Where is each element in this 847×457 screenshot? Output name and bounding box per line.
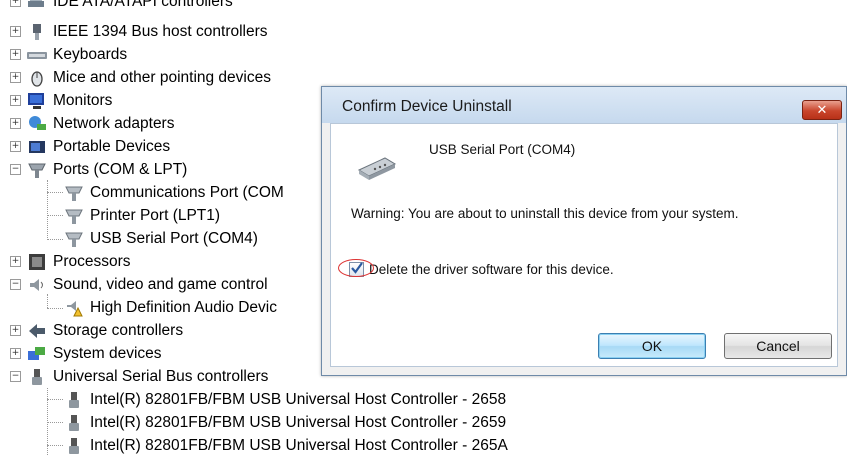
tree-item-keyboards[interactable]: + Keyboards bbox=[10, 43, 127, 66]
audio-device-warning-icon bbox=[67, 300, 83, 316]
tree-item-label: IEEE 1394 Bus host controllers bbox=[53, 22, 268, 40]
tree-item-hd-audio-device[interactable]: High Definition Audio Devic bbox=[64, 296, 277, 319]
portable-device-icon bbox=[29, 140, 45, 153]
tree-item-label: High Definition Audio Devic bbox=[90, 298, 277, 316]
dialog-titlebar[interactable]: Confirm Device Uninstall ✕ bbox=[322, 87, 846, 123]
expand-toggle[interactable]: + bbox=[10, 26, 21, 37]
tree-item-printer-port[interactable]: Printer Port (LPT1) bbox=[64, 204, 220, 227]
ide-controller-icon bbox=[28, 0, 44, 7]
tree-item-system-devices[interactable]: + System devices bbox=[10, 342, 162, 365]
processor-icon bbox=[29, 253, 45, 270]
usb-plug-icon bbox=[69, 391, 79, 408]
tree-item-ieee1394[interactable]: + IEEE 1394 Bus host controllers bbox=[10, 20, 268, 43]
usb-plug-icon bbox=[69, 414, 79, 431]
tree-item-label: Keyboards bbox=[53, 45, 128, 63]
tree-item-label: System devices bbox=[53, 344, 162, 362]
tree-item-usb-host-controller-265a[interactable]: Intel(R) 82801FB/FBM USB Universal Host … bbox=[64, 434, 508, 457]
delete-driver-option[interactable]: Delete the driver software for this devi… bbox=[349, 262, 614, 277]
tree-connector-sound bbox=[47, 294, 48, 308]
serial-port-device-icon bbox=[357, 157, 397, 180]
tree-item-communications-port[interactable]: Communications Port (COM bbox=[64, 181, 284, 204]
tree-item-label: USB Serial Port (COM4) bbox=[90, 229, 258, 247]
tree-connector bbox=[47, 399, 63, 400]
expand-toggle[interactable]: + bbox=[10, 49, 21, 60]
speaker-icon bbox=[30, 278, 43, 291]
tree-connector bbox=[47, 422, 63, 423]
tree-connector bbox=[47, 308, 63, 309]
usb-plug-icon bbox=[69, 437, 79, 454]
dialog-title: Confirm Device Uninstall bbox=[342, 98, 512, 115]
tree-item-label: Processors bbox=[53, 252, 131, 270]
port-icon bbox=[65, 232, 83, 247]
storage-icon bbox=[29, 323, 45, 338]
ieee1394-icon bbox=[33, 23, 41, 40]
expand-toggle[interactable]: + bbox=[10, 118, 21, 129]
tree-connector bbox=[47, 239, 63, 240]
network-adapter-icon bbox=[29, 115, 46, 130]
collapse-toggle[interactable]: − bbox=[10, 164, 21, 175]
warning-message: Warning: You are about to uninstall this… bbox=[351, 206, 739, 221]
expand-toggle[interactable]: + bbox=[10, 72, 21, 83]
tree-item-label: Sound, video and game control bbox=[53, 275, 268, 293]
ok-button-label: OK bbox=[641, 338, 663, 354]
collapse-toggle[interactable]: − bbox=[10, 371, 21, 382]
tree-item-network-adapters[interactable]: + Network adapters bbox=[10, 112, 174, 135]
tree-item-mice[interactable]: + Mice and other pointing devices bbox=[10, 66, 271, 89]
tree-connector bbox=[47, 445, 63, 446]
expand-toggle[interactable]: + bbox=[10, 325, 21, 336]
tree-item-label: Intel(R) 82801FB/FBM USB Universal Host … bbox=[90, 436, 508, 454]
tree-item-processors[interactable]: + Processors bbox=[10, 250, 131, 273]
tree-item-sound-video-game[interactable]: − Sound, video and game control bbox=[10, 273, 268, 296]
system-devices-icon bbox=[28, 346, 45, 360]
expand-toggle[interactable]: + bbox=[10, 348, 21, 359]
cancel-button[interactable]: Cancel bbox=[724, 333, 832, 359]
tree-item-label: Universal Serial Bus controllers bbox=[53, 367, 269, 385]
tree-item-label: Printer Port (LPT1) bbox=[90, 206, 221, 224]
collapse-toggle[interactable]: − bbox=[10, 279, 21, 290]
tree-connector-ports bbox=[47, 180, 48, 240]
tree-item-portable-devices[interactable]: + Portable Devices bbox=[10, 135, 170, 158]
port-icon bbox=[28, 163, 46, 178]
tree-item-monitors[interactable]: + Monitors bbox=[10, 89, 112, 112]
expand-toggle[interactable]: + bbox=[10, 0, 21, 7]
tree-connector bbox=[47, 192, 63, 193]
tree-item-label: Communications Port (COM bbox=[90, 183, 284, 201]
close-icon: ✕ bbox=[816, 102, 828, 118]
tree-item-ports[interactable]: − Ports (COM & LPT) bbox=[10, 158, 187, 181]
tree-connector bbox=[47, 215, 63, 216]
tree-item-usb-host-controller-2659[interactable]: Intel(R) 82801FB/FBM USB Universal Host … bbox=[64, 411, 506, 434]
tree-item-label: Mice and other pointing devices bbox=[53, 68, 271, 86]
tree-item-label: Monitors bbox=[53, 91, 113, 109]
expand-toggle[interactable]: + bbox=[10, 141, 21, 152]
dialog-body: USB Serial Port (COM4) Warning: You are … bbox=[330, 123, 838, 367]
tree-item-label: Intel(R) 82801FB/FBM USB Universal Host … bbox=[90, 413, 507, 431]
usb-plug-icon bbox=[32, 368, 42, 385]
close-button[interactable]: ✕ bbox=[802, 100, 842, 120]
tree-item-usb-serial-port[interactable]: USB Serial Port (COM4) bbox=[64, 227, 258, 250]
tree-item-usb-host-controller-2658[interactable]: Intel(R) 82801FB/FBM USB Universal Host … bbox=[64, 388, 506, 411]
tree-item-label: Network adapters bbox=[53, 114, 175, 132]
expand-toggle[interactable]: + bbox=[10, 95, 21, 106]
tree-item-label: Portable Devices bbox=[53, 137, 171, 155]
keyboard-icon bbox=[27, 51, 47, 59]
port-icon bbox=[65, 209, 83, 224]
tree-item-storage-controllers[interactable]: + Storage controllers bbox=[10, 319, 183, 342]
checkbox-highlight-annotation bbox=[338, 259, 374, 277]
cancel-button-label: Cancel bbox=[756, 338, 800, 354]
tree-item-label: Ports (COM & LPT) bbox=[53, 160, 188, 178]
mouse-icon bbox=[31, 70, 43, 87]
device-name: USB Serial Port (COM4) bbox=[429, 142, 576, 157]
tree-item-label: IDE ATA/ATAPI controllers bbox=[53, 0, 233, 10]
delete-driver-label: Delete the driver software for this devi… bbox=[369, 262, 614, 277]
expand-toggle[interactable]: + bbox=[10, 256, 21, 267]
monitor-icon bbox=[28, 92, 44, 109]
tree-item-ide-controllers[interactable]: + IDE ATA/ATAPI controllers bbox=[10, 0, 233, 13]
tree-item-usb-controllers[interactable]: − Universal Serial Bus controllers bbox=[10, 365, 268, 388]
tree-item-label: Storage controllers bbox=[53, 321, 184, 339]
port-icon bbox=[65, 186, 83, 201]
ok-button[interactable]: OK bbox=[598, 333, 706, 359]
tree-item-label: Intel(R) 82801FB/FBM USB Universal Host … bbox=[90, 390, 507, 408]
confirm-uninstall-dialog: Confirm Device Uninstall ✕ USB Serial Po… bbox=[321, 86, 847, 376]
